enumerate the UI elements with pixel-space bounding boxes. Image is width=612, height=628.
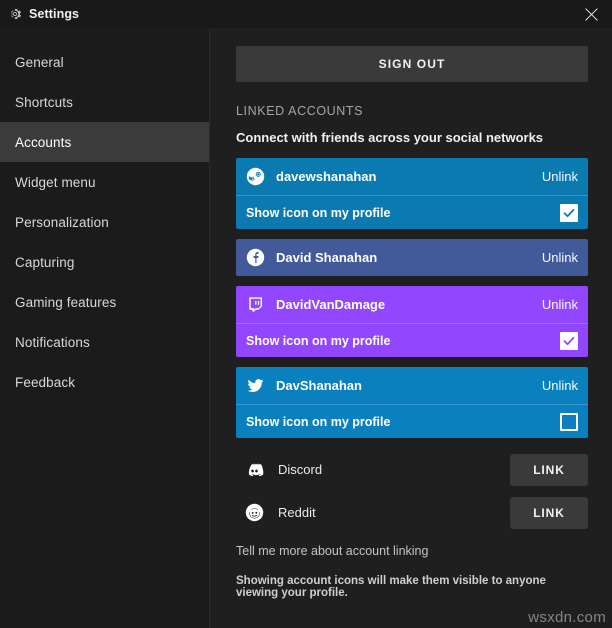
window-title: Settings	[29, 7, 80, 21]
twitch-icon	[246, 295, 265, 314]
account-username: DavShanahan	[276, 378, 362, 393]
service-name: Discord	[278, 462, 323, 477]
account-linking-help-link[interactable]: Tell me more about account linking	[236, 544, 588, 558]
link-button-reddit[interactable]: LINK	[510, 496, 588, 529]
facebook-icon	[246, 248, 265, 267]
steam-icon	[246, 167, 265, 186]
show-icon-label: Show icon on my profile	[246, 205, 391, 220]
unlink-button[interactable]: Unlink	[542, 378, 578, 393]
sidebar-item-label: Gaming features	[15, 294, 117, 310]
show-icon-checkbox[interactable]	[560, 412, 578, 431]
service-row-reddit: Reddit LINK	[236, 491, 588, 534]
account-username: David Shanahan	[276, 250, 378, 265]
show-icon-checkbox[interactable]	[560, 331, 578, 350]
sidebar-item-gaming-features[interactable]: Gaming features	[0, 282, 209, 322]
show-icon-label: Show icon on my profile	[246, 414, 391, 429]
sidebar-nav: General Shortcuts Accounts Widget menu P…	[0, 28, 210, 628]
title-bar: Settings	[0, 0, 612, 28]
show-icon-row: Show icon on my profile	[236, 323, 588, 357]
sidebar-item-label: General	[15, 54, 64, 70]
link-button-discord[interactable]: LINK	[510, 453, 588, 486]
link-button-label: LINK	[533, 462, 565, 477]
account-card-header: DavShanahan Unlink	[236, 367, 588, 404]
sidebar-item-notifications[interactable]: Notifications	[0, 322, 209, 362]
account-card-header: DavidVanDamage Unlink	[236, 286, 588, 323]
sidebar-item-label: Capturing	[15, 254, 75, 270]
profile-visibility-note: Showing account icons will make them vis…	[236, 575, 546, 599]
watermark: wsxdn.com	[528, 609, 606, 626]
sidebar-item-label: Personalization	[15, 214, 109, 230]
sign-out-label: SIGN OUT	[378, 57, 446, 71]
sign-out-button[interactable]: SIGN OUT	[236, 46, 588, 82]
service-name: Reddit	[278, 505, 316, 520]
sidebar-item-widget-menu[interactable]: Widget menu	[0, 162, 209, 202]
show-icon-row: Show icon on my profile	[236, 195, 588, 229]
linked-accounts-subtitle: Connect with friends across your social …	[236, 130, 544, 145]
sidebar-item-accounts[interactable]: Accounts	[0, 122, 209, 162]
close-button[interactable]	[570, 0, 612, 28]
discord-icon	[244, 460, 264, 480]
sidebar-item-label: Widget menu	[15, 174, 96, 190]
link-button-label: LINK	[533, 505, 565, 520]
accounts-panel: SIGN OUT LINKED ACCOUNTS Connect with fr…	[210, 28, 612, 628]
account-card-steam: davewshanahan Unlink Show icon on my pro…	[236, 158, 588, 229]
account-card-facebook: David Shanahan Unlink	[236, 239, 588, 276]
gear-icon	[8, 7, 22, 21]
linked-accounts-list: davewshanahan Unlink Show icon on my pro…	[236, 158, 588, 438]
account-username: davewshanahan	[276, 169, 377, 184]
unlink-button[interactable]: Unlink	[542, 297, 578, 312]
sidebar-item-personalization[interactable]: Personalization	[0, 202, 209, 242]
account-card-twitch: DavidVanDamage Unlink Show icon on my pr…	[236, 286, 588, 357]
show-icon-label: Show icon on my profile	[246, 333, 391, 348]
linked-accounts-heading: LINKED ACCOUNTS	[236, 104, 364, 118]
unlink-button[interactable]: Unlink	[542, 169, 578, 184]
sidebar-item-label: Notifications	[15, 334, 90, 350]
account-username: DavidVanDamage	[276, 297, 386, 312]
sidebar-item-capturing[interactable]: Capturing	[0, 242, 209, 282]
sidebar-item-feedback[interactable]: Feedback	[0, 362, 209, 402]
sidebar-item-label: Shortcuts	[15, 94, 73, 110]
sidebar-item-label: Accounts	[15, 134, 72, 150]
sidebar-item-label: Feedback	[15, 374, 76, 390]
sidebar-item-shortcuts[interactable]: Shortcuts	[0, 82, 209, 122]
window-body: General Shortcuts Accounts Widget menu P…	[0, 28, 612, 628]
reddit-icon	[244, 503, 264, 523]
close-icon	[583, 6, 600, 23]
account-card-header: davewshanahan Unlink	[236, 158, 588, 195]
service-row-discord: Discord LINK	[236, 448, 588, 491]
settings-window: Settings General Shortcuts Accounts Widg…	[0, 0, 612, 628]
show-icon-row: Show icon on my profile	[236, 404, 588, 438]
sidebar-item-general[interactable]: General	[0, 42, 209, 82]
twitter-icon	[246, 376, 265, 395]
account-card-twitter: DavShanahan Unlink Show icon on my profi…	[236, 367, 588, 438]
unlink-button[interactable]: Unlink	[542, 250, 578, 265]
account-card-header: David Shanahan Unlink	[236, 239, 588, 276]
show-icon-checkbox[interactable]	[560, 203, 578, 222]
